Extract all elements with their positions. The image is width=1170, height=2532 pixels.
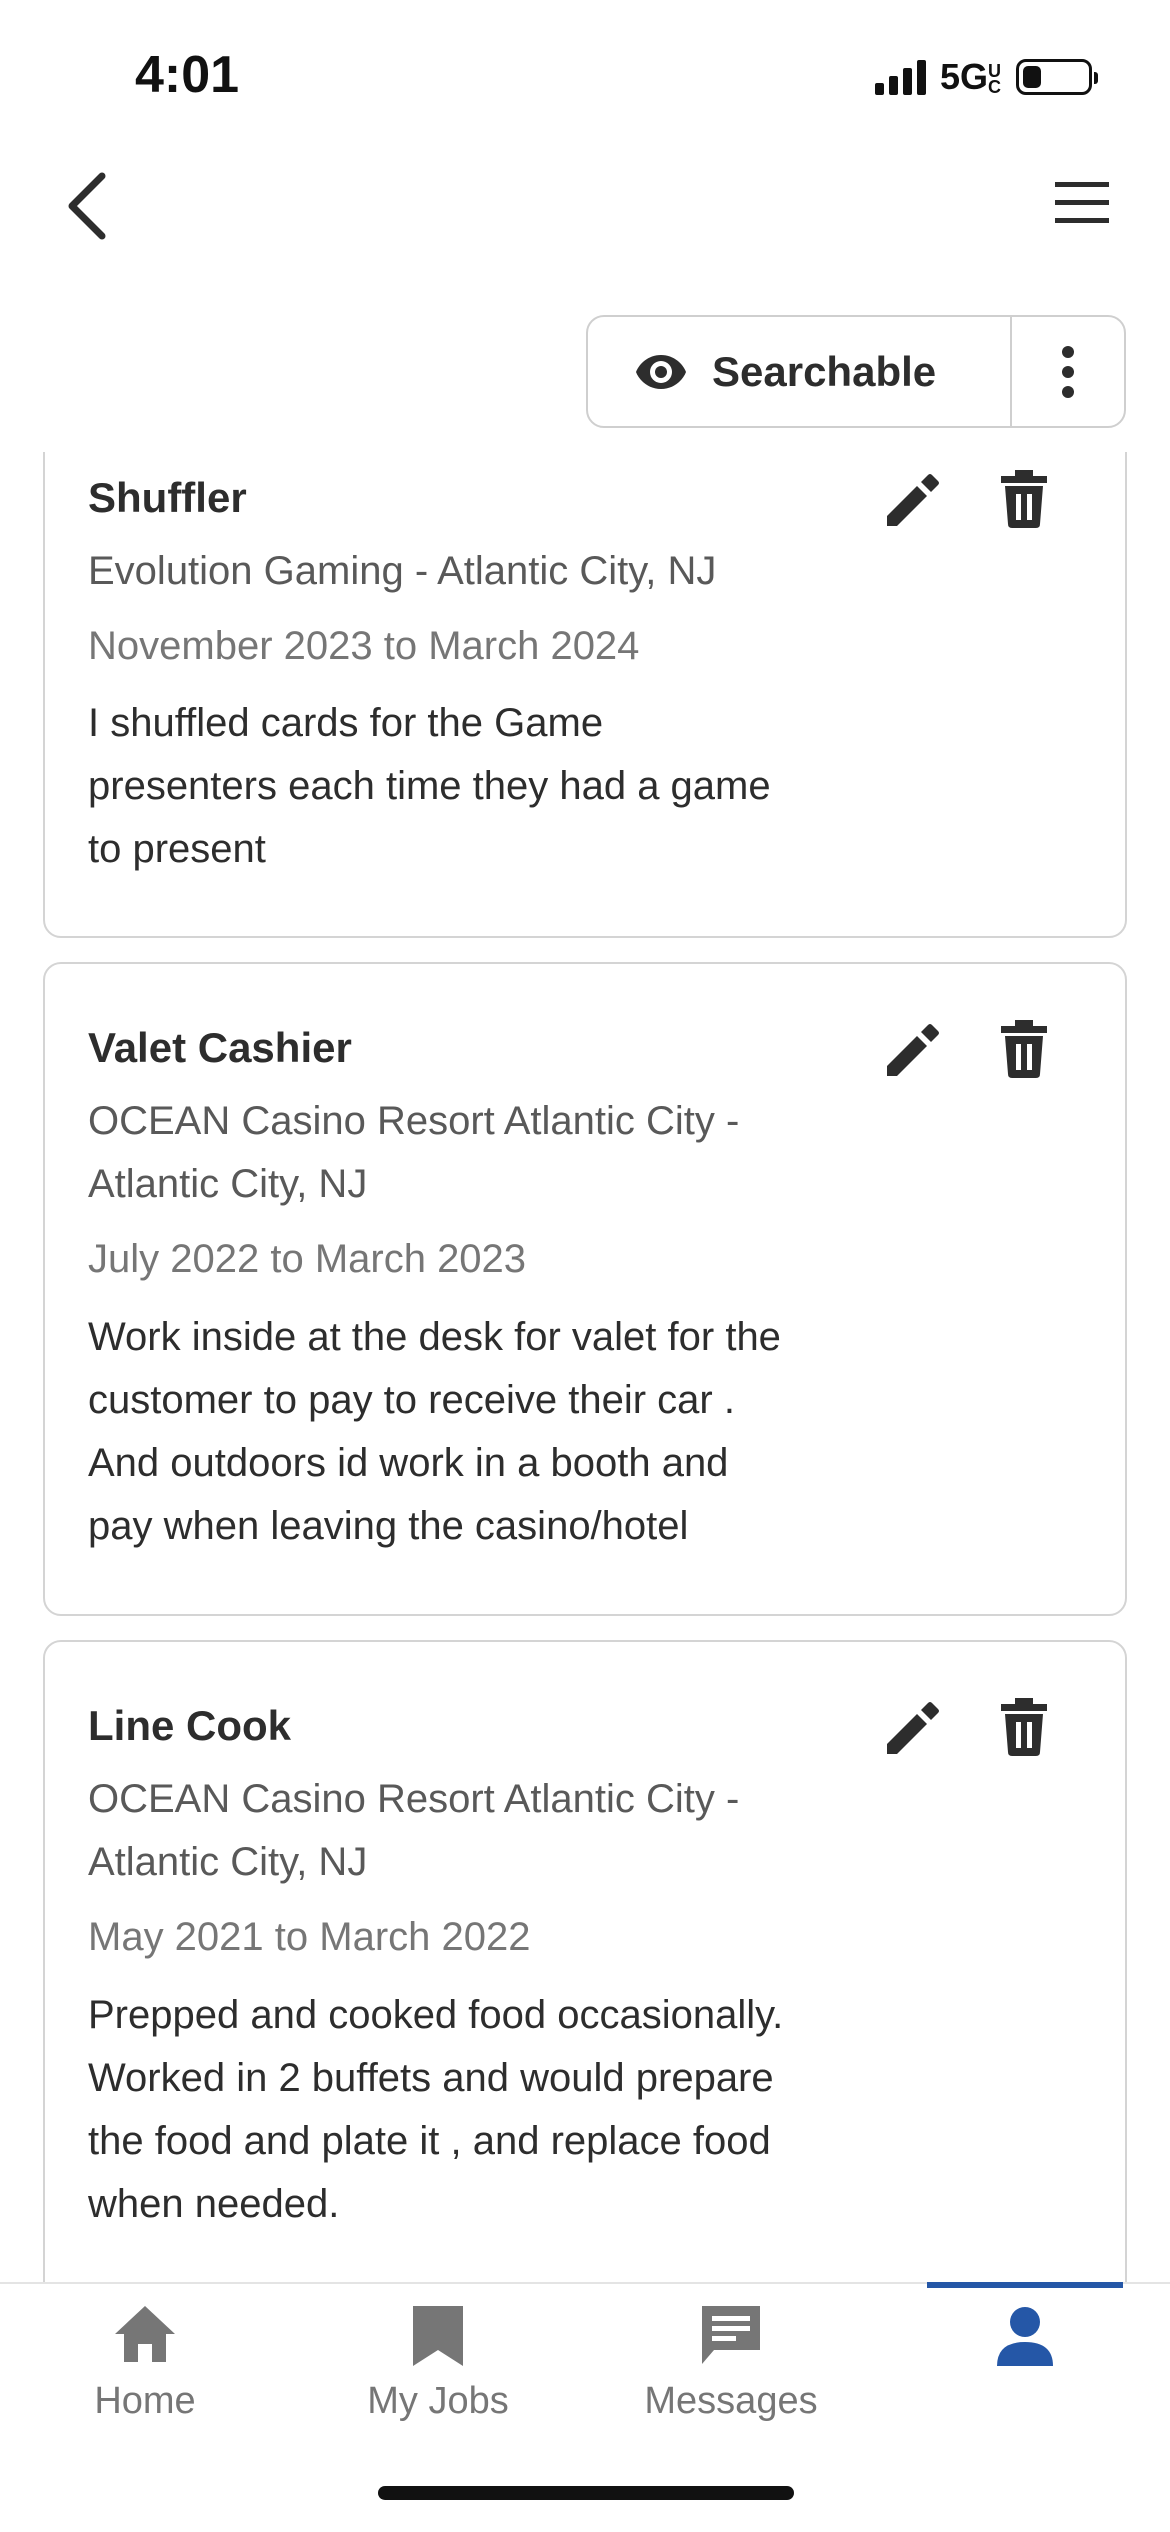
battery-icon: [1016, 59, 1098, 95]
chevron-left-icon: [68, 172, 106, 240]
trash-icon: [1001, 470, 1047, 528]
job-description: I shuffled cards for the Game presenters…: [88, 701, 771, 871]
company-location: Evolution Gaming - Atlantic City, NJ: [88, 549, 717, 593]
bookmark-icon: [413, 2306, 463, 2366]
tab-home[interactable]: Home: [0, 2284, 290, 2424]
job-title: Line Cook: [88, 1702, 292, 1749]
visibility-control: Searchable: [586, 315, 1126, 428]
home-icon: [115, 2306, 175, 2362]
menu-button[interactable]: [1052, 178, 1112, 228]
job-description: Prepped and cooked food occasionally. Wo…: [88, 1993, 784, 2226]
message-icon: [702, 2306, 760, 2364]
profile-icon: [997, 2307, 1053, 2366]
tab-profile[interactable]: [880, 2282, 1170, 2424]
delete-button[interactable]: [1001, 1020, 1047, 1078]
back-button[interactable]: [58, 168, 118, 244]
tab-my-jobs[interactable]: My Jobs: [293, 2284, 583, 2424]
delete-button[interactable]: [1001, 1698, 1047, 1756]
signal-icon: [874, 59, 926, 95]
trash-icon: [1001, 1698, 1047, 1756]
status-icons: 5GUC: [874, 56, 1098, 98]
more-options-button[interactable]: [1010, 317, 1124, 426]
job-description: Work inside at the desk for valet for th…: [88, 1315, 781, 1548]
tab-my-jobs-label: My Jobs: [367, 2380, 509, 2422]
company-location: OCEAN Casino Resort Atlantic City - Atla…: [88, 1777, 740, 1884]
more-vertical-icon: [1062, 345, 1074, 398]
searchable-button[interactable]: Searchable: [588, 317, 1010, 426]
bottom-nav: Home My Jobs Messages: [0, 2282, 1170, 2424]
tab-messages[interactable]: Messages: [586, 2284, 876, 2424]
experience-card: Valet Cashier OCEAN Casino Resort Atlant…: [43, 962, 1127, 1616]
employment-dates: July 2022 to March 2023: [88, 1237, 527, 1281]
pencil-icon: [887, 1024, 939, 1076]
pencil-icon: [887, 1702, 939, 1754]
network-label: 5GUC: [939, 56, 1001, 98]
searchable-label: Searchable: [712, 347, 937, 395]
experience-card: Line Cook OCEAN Casino Resort Atlantic C…: [43, 1640, 1127, 2282]
eye-icon: [636, 354, 686, 389]
trash-icon: [1001, 1020, 1047, 1078]
experience-list: Shuffler Evolution Gaming - Atlantic Cit…: [0, 452, 1170, 2282]
edit-button[interactable]: [881, 1022, 941, 1082]
pencil-icon: [887, 474, 939, 526]
edit-button[interactable]: [881, 1700, 941, 1760]
employment-dates: May 2021 to March 2022: [88, 1915, 531, 1959]
edit-button[interactable]: [881, 472, 941, 532]
tab-messages-label: Messages: [644, 2380, 818, 2422]
status-time: 4:01: [135, 46, 240, 104]
experience-card: Shuffler Evolution Gaming - Atlantic Cit…: [43, 452, 1127, 938]
hamburger-icon: [1055, 182, 1109, 223]
job-title: Shuffler: [88, 474, 247, 521]
home-indicator: [378, 2486, 794, 2500]
tab-home-label: Home: [94, 2380, 196, 2422]
employment-dates: November 2023 to March 2024: [88, 624, 640, 668]
active-tab-indicator: [927, 2282, 1123, 2288]
company-location: OCEAN Casino Resort Atlantic City - Atla…: [88, 1099, 740, 1206]
job-title: Valet Cashier: [88, 1024, 352, 1071]
delete-button[interactable]: [1001, 470, 1047, 528]
